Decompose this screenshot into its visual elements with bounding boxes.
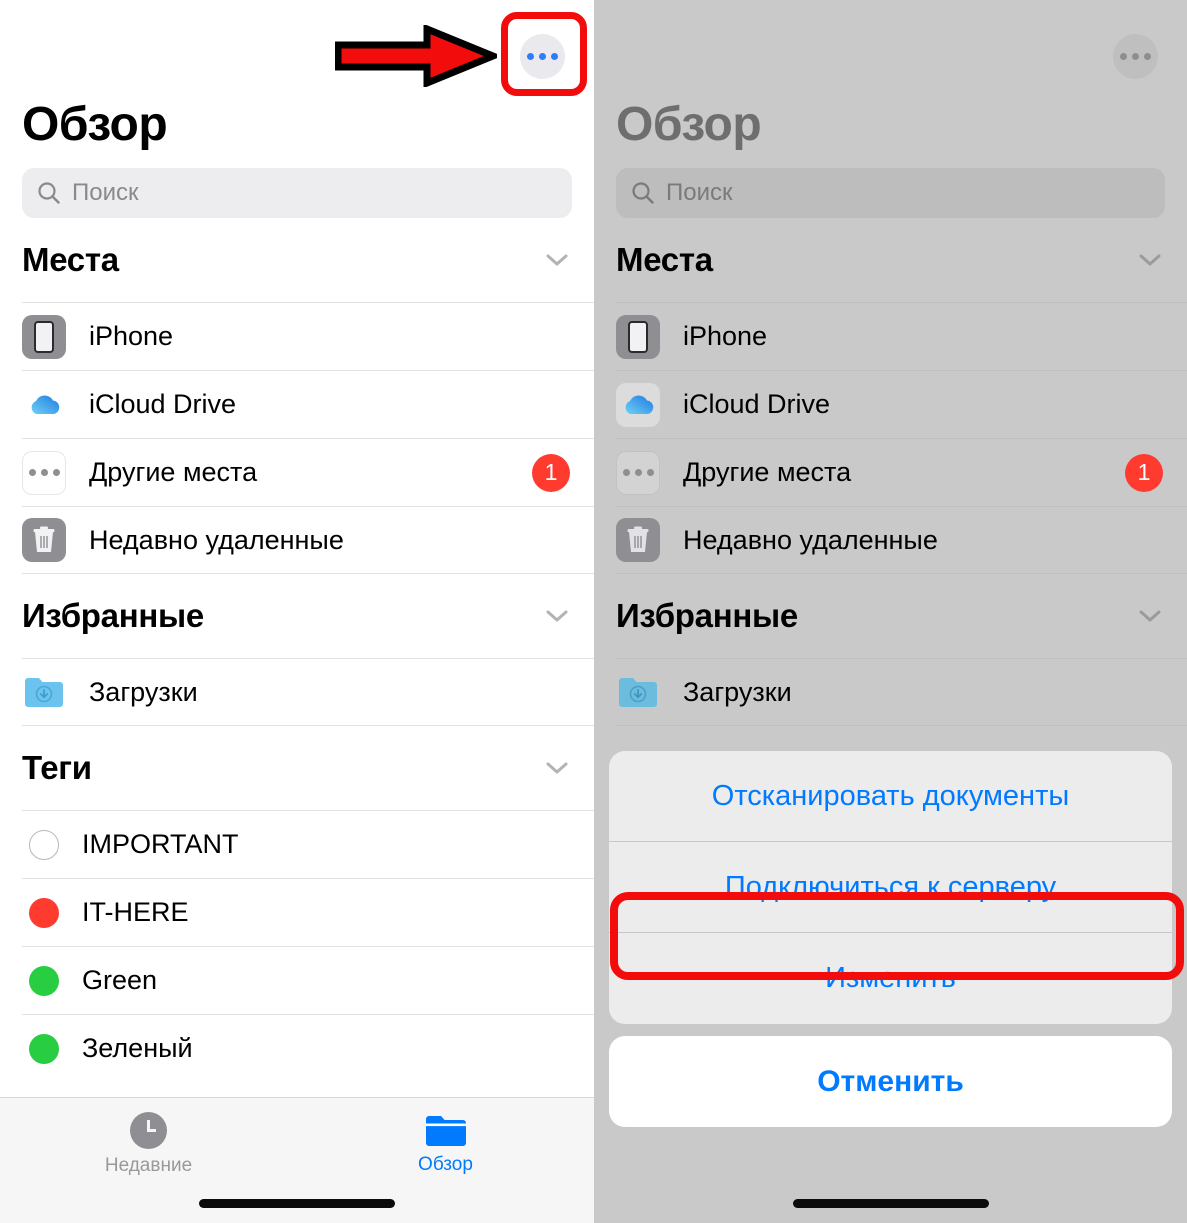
status-badge: 1 bbox=[532, 453, 570, 492]
list-item[interactable]: iCloud Drive bbox=[616, 370, 1187, 438]
icloud-icon bbox=[22, 382, 66, 427]
section-header-tags[interactable]: Теги bbox=[0, 726, 594, 810]
list-item[interactable]: IMPORTANT bbox=[22, 810, 594, 878]
downloads-folder-icon bbox=[22, 670, 66, 714]
list-item[interactable]: Зеленый bbox=[22, 1014, 594, 1082]
edit-item[interactable]: Изменить bbox=[609, 933, 1172, 1024]
more-button[interactable] bbox=[520, 34, 565, 79]
chevron-down-icon[interactable] bbox=[1137, 252, 1163, 268]
iphone-icon bbox=[616, 314, 660, 359]
status-badge: 1 bbox=[1125, 453, 1163, 492]
page-title: Обзор bbox=[616, 98, 762, 151]
list-item[interactable]: IT-HERE bbox=[22, 878, 594, 946]
home-indicator bbox=[792, 1199, 989, 1208]
search-bar-container: Поиск bbox=[594, 152, 1187, 218]
tag-dot-icon bbox=[29, 965, 59, 996]
chevron-down-icon[interactable] bbox=[1137, 608, 1163, 624]
tab-label: Обзор bbox=[418, 1154, 473, 1175]
list-item-label: Загрузки bbox=[89, 676, 198, 707]
navigation-bar-right bbox=[594, 0, 1187, 88]
ellipsis-box-icon bbox=[616, 450, 660, 495]
page-title: Обзор bbox=[22, 98, 168, 151]
section-header-favorites[interactable]: Избранные bbox=[0, 574, 594, 658]
home-indicator bbox=[199, 1199, 395, 1208]
list-item[interactable]: Загрузки bbox=[22, 658, 594, 726]
navigation-bar-left bbox=[0, 0, 594, 88]
section-title: Места bbox=[616, 241, 713, 278]
ellipsis-icon-dot bbox=[1120, 53, 1127, 60]
section-title: Теги bbox=[22, 749, 92, 786]
section-header-places[interactable]: Места bbox=[594, 218, 1187, 302]
tag-dot-icon bbox=[29, 1033, 59, 1064]
list-item-label: Green bbox=[82, 965, 158, 995]
tab-label: Недавние bbox=[104, 1155, 193, 1176]
list-item-label: Зеленый bbox=[82, 1033, 193, 1063]
list-item-label: IT-HERE bbox=[82, 897, 189, 927]
list-item[interactable]: Недавно удаленные bbox=[22, 506, 594, 574]
list-item-label: iPhone bbox=[89, 321, 174, 351]
list-item[interactable]: iCloud Drive bbox=[22, 370, 594, 438]
tab-bar: Недавние Обзор bbox=[0, 1097, 594, 1223]
clock-icon bbox=[130, 1112, 167, 1149]
iphone-icon bbox=[22, 314, 66, 359]
more-button[interactable] bbox=[1113, 34, 1158, 79]
phone-screen-right: Обзор Поиск Места iPhone iCloud Drive Др… bbox=[594, 0, 1187, 1223]
action-sheet-group: Отсканировать документы Подключиться к с… bbox=[609, 751, 1172, 1024]
section-title: Избранные bbox=[22, 597, 204, 634]
cancel-button[interactable]: Отменить bbox=[609, 1036, 1172, 1127]
list-item-label: Загрузки bbox=[683, 676, 792, 707]
action-sheet: Отсканировать документы Подключиться к с… bbox=[609, 751, 1172, 1127]
tag-dot-icon bbox=[29, 829, 59, 860]
ellipsis-box-icon bbox=[22, 450, 66, 495]
list-item[interactable]: Загрузки bbox=[616, 658, 1187, 726]
tag-dot-icon bbox=[29, 897, 59, 928]
list-item-label: IMPORTANT bbox=[82, 829, 239, 859]
list-item[interactable]: iPhone bbox=[22, 302, 594, 370]
search-icon bbox=[632, 182, 654, 204]
ellipsis-icon-dot bbox=[551, 53, 558, 60]
list-item[interactable]: Другие места 1 bbox=[616, 438, 1187, 506]
list-item[interactable]: Недавно удаленные bbox=[616, 506, 1187, 574]
list-item[interactable]: Green bbox=[22, 946, 594, 1014]
search-bar-container: Поиск bbox=[0, 152, 594, 218]
section-header-places[interactable]: Места bbox=[0, 218, 594, 302]
connect-to-server-item[interactable]: Подключиться к серверу bbox=[609, 842, 1172, 933]
trash-icon bbox=[22, 518, 66, 562]
list-item-label: Недавно удаленные bbox=[683, 524, 938, 555]
chevron-down-icon[interactable] bbox=[544, 608, 570, 624]
list-item-label: Другие места bbox=[89, 457, 258, 487]
trash-icon bbox=[616, 518, 660, 562]
list-item-label: Недавно удаленные bbox=[89, 524, 344, 555]
list-item[interactable]: iPhone bbox=[616, 302, 1187, 370]
section-title: Места bbox=[22, 241, 119, 278]
chevron-down-icon[interactable] bbox=[544, 252, 570, 268]
search-icon bbox=[38, 182, 60, 204]
ellipsis-icon-dot bbox=[527, 53, 534, 60]
search-input[interactable]: Поиск bbox=[22, 168, 572, 218]
ellipsis-icon-dot bbox=[1132, 53, 1139, 60]
folder-icon bbox=[425, 1116, 466, 1146]
list-item-label: Другие места bbox=[683, 457, 852, 487]
scan-documents-item[interactable]: Отсканировать документы bbox=[609, 751, 1172, 842]
ellipsis-icon-dot bbox=[1144, 53, 1151, 60]
list-item-label: iPhone bbox=[683, 321, 768, 351]
search-placeholder: Поиск bbox=[72, 179, 139, 206]
section-header-favorites[interactable]: Избранные bbox=[594, 574, 1187, 658]
chevron-down-icon[interactable] bbox=[544, 760, 570, 776]
search-placeholder: Поиск bbox=[666, 179, 733, 206]
section-title: Избранные bbox=[616, 597, 798, 634]
list-item-label: iCloud Drive bbox=[89, 389, 237, 419]
screenshot-pair: Обзор Поиск Места iPhone iCloud Drive Др… bbox=[0, 0, 1187, 1223]
ellipsis-icon-dot bbox=[539, 53, 546, 60]
downloads-folder-icon bbox=[616, 670, 660, 714]
icloud-icon bbox=[616, 382, 660, 427]
search-input[interactable]: Поиск bbox=[616, 168, 1165, 218]
list-item-label: iCloud Drive bbox=[683, 389, 831, 419]
phone-screen-left: Обзор Поиск Места iPhone iCloud Drive Др… bbox=[0, 0, 594, 1223]
list-item[interactable]: Другие места 1 bbox=[22, 438, 594, 506]
